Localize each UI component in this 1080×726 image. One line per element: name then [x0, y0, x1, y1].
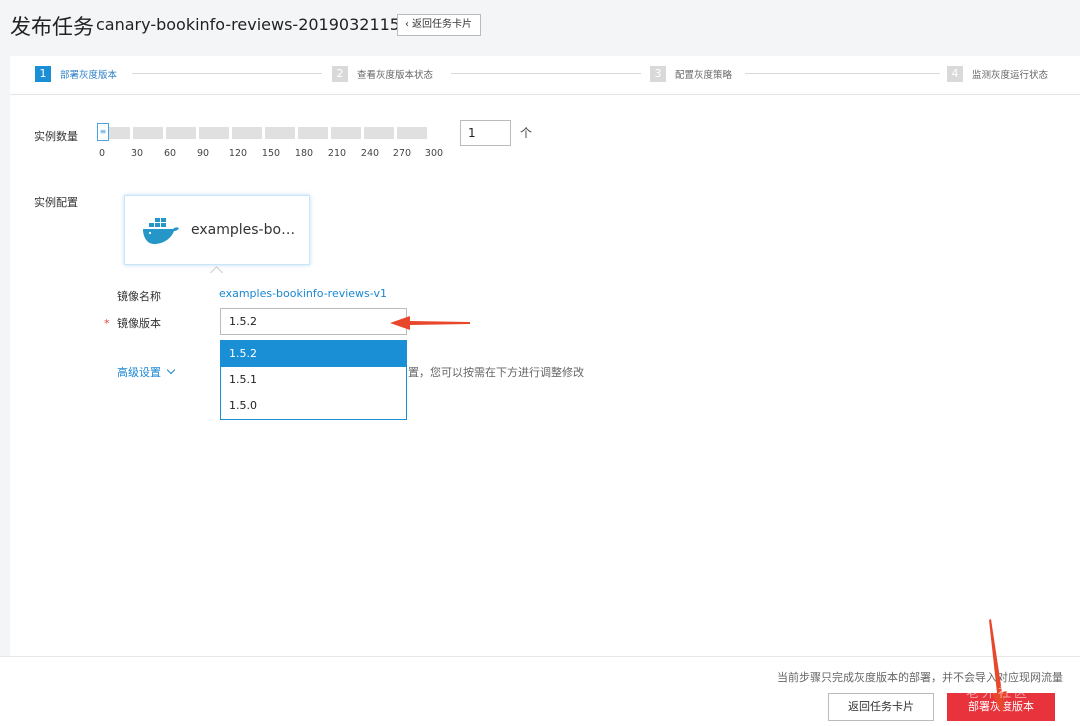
version-option-1-5-2[interactable]: 1.5.2	[221, 341, 406, 367]
slider-segment	[397, 127, 427, 139]
slider-tick: 210	[327, 148, 347, 159]
chevron-down-icon	[166, 365, 176, 375]
step-4: 4 监测灰度运行状态	[947, 66, 1048, 82]
step-connector	[132, 73, 322, 74]
image-name-value: examples-bookinfo-reviews-v1	[219, 287, 387, 300]
slider-segment	[364, 127, 394, 139]
slider-segment	[166, 127, 196, 139]
footer-bar: 当前步骤只完成灰度版本的部署，并不会导入对应现网流量 返回任务卡片 部署灰度版本	[0, 656, 1080, 726]
advanced-settings-hint: 置，您可以按需在下方进行调整修改	[408, 366, 584, 379]
slider-segment	[331, 127, 361, 139]
instance-count-label: 实例数量	[34, 130, 78, 143]
docker-whale-icon	[143, 218, 179, 244]
page-header: 发布任务 canary-bookinfo-reviews-20190321150…	[0, 0, 1080, 50]
watermark: 老外社区	[966, 686, 1031, 701]
version-option-1-5-0[interactable]: 1.5.0	[221, 393, 406, 419]
slider-segment	[133, 127, 163, 139]
return-to-task-card-button[interactable]: 返回任务卡片	[828, 693, 934, 721]
slider-tick: 180	[294, 148, 314, 159]
slider-tick: 150	[261, 148, 281, 159]
back-to-task-card-button[interactable]: ‹ 返回任务卡片	[397, 14, 481, 36]
chevron-left-icon: ‹	[405, 19, 409, 30]
slider-tick: 270	[392, 148, 412, 159]
slider-segment	[199, 127, 229, 139]
step-2: 2 查看灰度版本状态	[332, 66, 433, 82]
instance-count-unit: 个	[520, 126, 533, 140]
required-mark: *	[104, 317, 110, 330]
instance-count-slider[interactable]: ≡ 0 30 60 90 120 150 180 210 240 270 300	[97, 123, 444, 166]
slider-segment	[265, 127, 295, 139]
step-3: 3 配置灰度策略	[650, 66, 732, 82]
step-connector	[451, 73, 641, 74]
instance-count-input[interactable]: 1	[460, 120, 511, 146]
image-version-select[interactable]: 1.5.2	[220, 308, 407, 335]
version-option-1-5-1[interactable]: 1.5.1	[221, 367, 406, 393]
image-version-label: 镜像版本	[117, 317, 161, 330]
step-indicator: 1 部署灰度版本 2 查看灰度版本状态 3 配置灰度策略 4 监测灰度运行状态	[10, 56, 1080, 95]
slider-handle[interactable]: ≡	[97, 123, 109, 141]
step-1: 1 部署灰度版本	[35, 66, 117, 82]
slider-tick: 60	[163, 148, 177, 159]
slider-segment	[298, 127, 328, 139]
slider-tick: 120	[228, 148, 248, 159]
slider-segment	[232, 127, 262, 139]
advanced-settings-toggle[interactable]: 高级设置	[117, 364, 176, 380]
slider-tick: 30	[130, 148, 144, 159]
image-card[interactable]: examples-bookinfo-reviews-v1	[124, 195, 310, 265]
image-version-dropdown: 1.5.2 1.5.1 1.5.0	[220, 340, 407, 420]
task-id: canary-bookinfo-reviews-201903211509	[96, 15, 421, 34]
step-connector	[745, 73, 940, 74]
slider-tick: 300	[424, 148, 444, 159]
annotation-arrow-icon	[390, 316, 470, 330]
instance-config-label: 实例配置	[34, 196, 78, 209]
slider-tick: 240	[360, 148, 380, 159]
slider-tick: 0	[98, 148, 106, 159]
slider-tick: 90	[196, 148, 210, 159]
image-name-label: 镜像名称	[117, 290, 161, 303]
page-title: 发布任务	[10, 15, 94, 39]
image-card-name: examples-bookinfo-reviews-v1	[191, 222, 301, 238]
